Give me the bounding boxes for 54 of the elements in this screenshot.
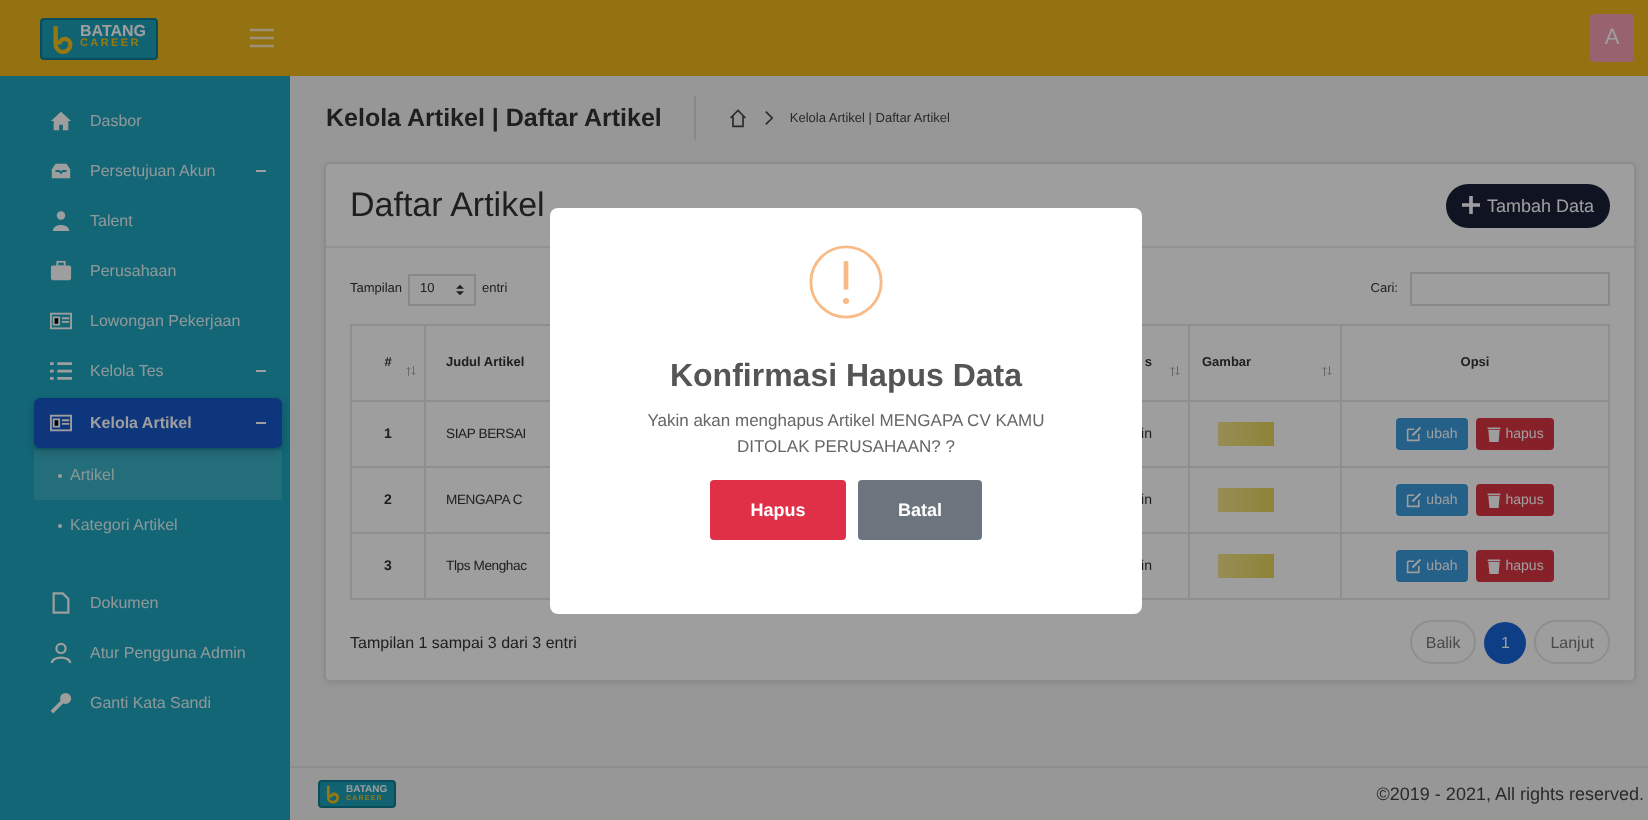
logo-title: BATANG: [80, 24, 147, 41]
chevron-right-icon: [763, 110, 774, 126]
warning-icon: [808, 244, 884, 320]
person-icon: [50, 210, 72, 232]
sidebar-item[interactable]: Dokumen: [8, 578, 282, 628]
delete-confirm-button[interactable]: Hapus: [710, 479, 846, 539]
sidebar-item[interactable]: Dasbor: [8, 96, 282, 146]
add-data-button[interactable]: Tambah Data: [1446, 183, 1610, 227]
sort-icon: [406, 366, 416, 376]
menu-icon[interactable]: [250, 28, 275, 48]
trash-icon: [1485, 426, 1502, 442]
trash-icon: [1485, 492, 1502, 508]
document-icon: [50, 592, 72, 614]
cancel-button[interactable]: Batal: [858, 479, 982, 539]
key-icon: [50, 692, 72, 714]
select-arrows-icon: [456, 283, 465, 295]
id-card-icon: [50, 310, 72, 332]
user-icon: [50, 642, 72, 664]
image-thumbnail: [1218, 488, 1274, 512]
sidebar-item[interactable]: Atur Pengguna Admin: [8, 628, 282, 678]
trash-icon: [1485, 558, 1502, 574]
image-thumbnail: [1218, 422, 1274, 446]
list-icon: [50, 360, 72, 382]
sidebar-item[interactable]: Kelola Artikel: [34, 398, 282, 448]
home-icon[interactable]: [727, 108, 748, 128]
sidebar-item[interactable]: Talent: [8, 196, 282, 246]
sidebar-item[interactable]: Kelola Tes: [8, 346, 282, 396]
sidebar-item[interactable]: Ganti Kata Sandi: [8, 678, 282, 728]
page-title: Kelola Artikel | Daftar Artikel: [326, 104, 662, 132]
submenu-item[interactable]: Kategori Artikel: [34, 500, 282, 550]
sort-icon: [1170, 366, 1180, 376]
plus-icon: [1462, 196, 1481, 214]
edit-icon: [1406, 426, 1423, 442]
image-thumbnail: [1218, 554, 1274, 578]
logo-icon: [326, 784, 340, 804]
sidebar-item[interactable]: Lowongan Pekerjaan: [8, 296, 282, 346]
sort-icon: [1322, 366, 1332, 376]
home-icon: [50, 110, 72, 132]
edit-icon: [1406, 558, 1423, 574]
briefcase-icon: [50, 260, 72, 282]
previous-page-button[interactable]: Balik: [1409, 620, 1477, 664]
sidebar-item[interactable]: Perusahaan: [8, 246, 282, 296]
page-button[interactable]: 1: [1484, 621, 1527, 663]
id-card-icon: [50, 412, 72, 434]
user-avatar[interactable]: A: [1590, 14, 1634, 62]
edit-icon: [1406, 492, 1423, 508]
sidebar-item[interactable]: Persetujuan Akun: [8, 146, 282, 196]
card-title: Daftar Artikel: [350, 185, 545, 225]
dialog-title: Konfirmasi Hapus Data: [669, 360, 1023, 396]
next-page-button[interactable]: Lanjut: [1534, 620, 1610, 664]
table-info: Tampilan 1 sampai 3 dari 3 entri: [350, 633, 577, 651]
inbox-icon: [50, 160, 72, 182]
copyright-text: ©2019 - 2021, All rights reserved.: [1376, 784, 1646, 804]
logo-icon: [52, 23, 74, 53]
